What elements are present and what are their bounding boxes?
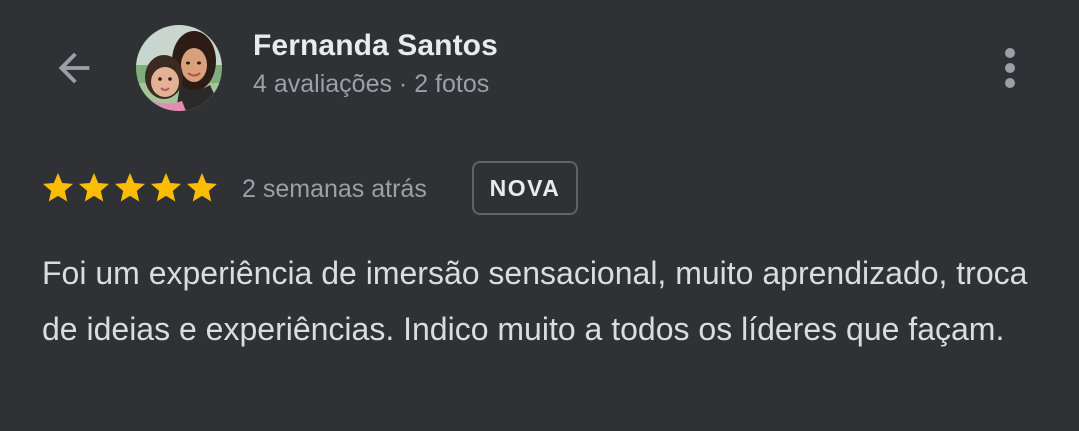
arrow-left-icon xyxy=(58,52,90,84)
review-text: Foi um experiência de imersão sensaciona… xyxy=(42,255,1028,347)
star-icon xyxy=(151,173,181,202)
star-icon xyxy=(187,173,217,202)
reviewer-name[interactable]: Fernanda Santos xyxy=(253,29,498,63)
rating-stars xyxy=(40,170,220,206)
back-button[interactable] xyxy=(42,38,106,98)
new-badge: NOVA xyxy=(472,161,578,215)
more-options-button[interactable] xyxy=(986,38,1034,98)
review-time: 2 semanas atrás xyxy=(242,175,427,203)
avatar[interactable] xyxy=(136,25,222,111)
reviewer-meta: 4 avaliações · 2 fotos xyxy=(253,70,490,98)
star-icon xyxy=(43,173,73,202)
star-icon xyxy=(115,173,145,202)
more-vert-icon xyxy=(1005,48,1015,88)
star-icon xyxy=(79,173,109,202)
